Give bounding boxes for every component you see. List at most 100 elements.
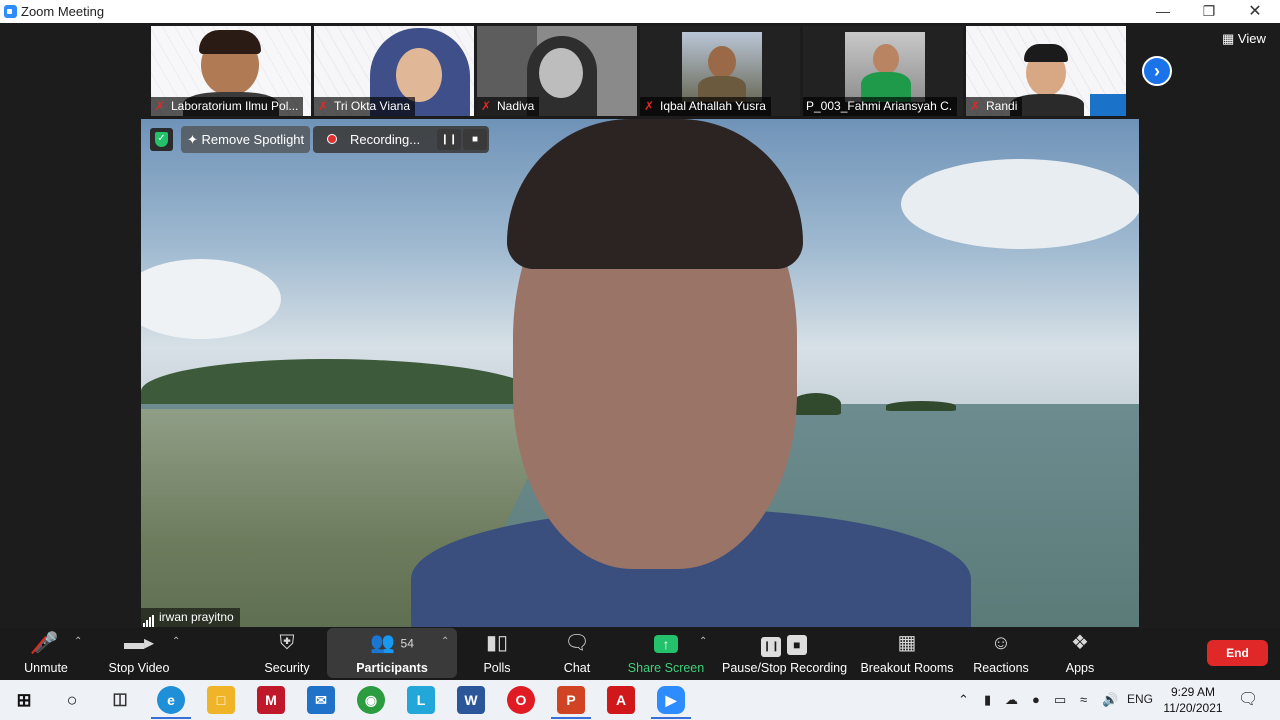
title-bar: Zoom Meeting — ❐ ✕: [0, 0, 1280, 23]
zoom-taskbar-icon[interactable]: ▶: [657, 686, 685, 714]
device-icon[interactable]: ▮: [984, 692, 991, 708]
participant-tile[interactable]: P_003_Fahmi Ariansyah C.: [803, 26, 963, 116]
end-meeting-button[interactable]: End: [1207, 640, 1268, 666]
encryption-badge[interactable]: ✓: [150, 128, 173, 151]
participant-tile[interactable]: ✗ Laboratorium Ilmu Pol...: [151, 26, 311, 116]
share-options-caret[interactable]: ⌃: [699, 636, 707, 647]
battery-icon[interactable]: ▭: [1054, 692, 1066, 708]
chrome-icon[interactable]: ◉: [357, 686, 385, 714]
meeting-toolbar: 🎤 Unmute ⌃ ▬▸ Stop Video ⌃ ⛨ Security 👥 …: [0, 628, 1280, 680]
share-screen-button[interactable]: ↑ Share Screen: [626, 628, 706, 680]
breakout-rooms-icon: ▦: [897, 632, 917, 654]
show-hidden-icons-icon[interactable]: ⌃: [958, 692, 969, 708]
language-indicator[interactable]: ENG: [1127, 692, 1153, 706]
volume-icon[interactable]: 🔊: [1102, 692, 1118, 708]
bar-chart-icon: ▮▯: [485, 632, 508, 654]
mcafee-icon[interactable]: M: [257, 686, 285, 714]
view-button[interactable]: ▦ View: [1222, 31, 1266, 47]
active-app-indicator: [551, 717, 591, 719]
grid-icon: ▦: [1222, 31, 1235, 46]
search-icon[interactable]: ○: [58, 686, 86, 714]
wifi-icon[interactable]: ≈: [1080, 692, 1087, 707]
participants-button[interactable]: 👥 54 Participants: [352, 628, 432, 680]
onedrive-cloud-icon[interactable]: ☁: [1005, 692, 1018, 708]
next-page-button[interactable]: ›: [1142, 56, 1172, 86]
video-camera-icon: ▬▸: [123, 632, 155, 654]
breakout-rooms-button[interactable]: ▦ Breakout Rooms: [860, 628, 954, 680]
meeting-area: ✗ Laboratorium Ilmu Pol... ✗ Tri Okta Vian…: [0, 23, 1280, 628]
restore-button[interactable]: ❐: [1186, 0, 1232, 23]
microphone-icon[interactable]: ●: [1032, 692, 1040, 707]
close-button[interactable]: ✕: [1232, 0, 1278, 23]
task-view-icon[interactable]: ◫: [106, 686, 134, 714]
participant-hair: [1024, 44, 1068, 62]
apps-icon: ❖: [1071, 632, 1089, 654]
participant-face: [396, 48, 442, 102]
participant-name-tag: ✗ Randi: [966, 97, 1023, 116]
participant-tile[interactable]: ✗ Iqbal Athallah Yusra: [640, 26, 800, 116]
participant-tile[interactable]: ✗ Nadiva: [477, 26, 637, 116]
video-options-caret[interactable]: ⌃: [172, 636, 180, 647]
recording-label: Recording...: [350, 132, 421, 147]
remove-spotlight-button[interactable]: ✦ Remove Spotlight: [181, 126, 311, 153]
participant-hair: [199, 30, 261, 54]
pause-stop-recording-button[interactable]: ❙❙ ■ Pause/Stop Recording: [722, 628, 847, 680]
recording-indicator: Recording... ❙❙ ■: [313, 126, 489, 153]
pause-stop-icon: ❙❙ ■: [722, 628, 846, 658]
slide-accent: [1090, 94, 1126, 116]
clock-date: 11/20/2021: [1163, 701, 1223, 715]
island: [791, 393, 841, 415]
file-explorer-icon[interactable]: □: [207, 686, 235, 714]
word-icon[interactable]: W: [457, 686, 485, 714]
pause-recording-button[interactable]: ❙❙: [437, 129, 461, 150]
speaker-name-tag: irwan prayitno: [141, 608, 240, 627]
island: [886, 401, 956, 411]
participant-tile[interactable]: ✗ Tri Okta Viana: [314, 26, 474, 116]
acrobat-icon[interactable]: A: [607, 686, 635, 714]
participant-name-tag: P_003_Fahmi Ariansyah C.: [803, 97, 958, 116]
participant-tile[interactable]: ✗ Randi: [966, 26, 1126, 116]
participant-name-tag: ✗ Nadiva: [477, 97, 540, 116]
muted-mic-icon: ✗: [317, 99, 329, 113]
participant-face: [539, 48, 583, 98]
signal-strength-icon: [143, 608, 155, 627]
edge-icon[interactable]: e: [157, 686, 185, 714]
windows-start-icon[interactable]: ⊞: [10, 686, 38, 714]
powerpoint-icon[interactable]: P: [557, 686, 585, 714]
participant-face: [708, 46, 736, 78]
active-app-indicator: [651, 717, 691, 719]
participants-options-caret[interactable]: ⌃: [441, 636, 449, 647]
audio-options-caret[interactable]: ⌃: [74, 636, 82, 647]
participant-face: [873, 44, 899, 74]
windows-taskbar: ⊞ ○ ◫ e □ M ✉ ◉ L W O P A ▶ ⌃ ▮ ☁ ● ▭ ≈ …: [0, 680, 1280, 720]
polls-button[interactable]: ▮▯ Polls: [472, 628, 522, 680]
stop-recording-button[interactable]: ■: [463, 129, 487, 150]
reactions-button[interactable]: ☺ Reactions: [972, 628, 1030, 680]
active-app-indicator: [151, 717, 191, 719]
stop-video-button[interactable]: ▬▸ Stop Video: [104, 628, 174, 680]
system-clock[interactable]: 9:29 AM 11/20/2021: [1160, 684, 1226, 716]
apps-button[interactable]: ❖ Apps: [1058, 628, 1102, 680]
stop-icon: ■: [471, 134, 479, 145]
notification-icon[interactable]: 🗨: [1238, 689, 1258, 709]
shield-icon: ✓: [155, 132, 168, 147]
cloud: [901, 159, 1139, 249]
security-button[interactable]: ⛨ Security: [257, 628, 317, 680]
chevron-right-icon: ›: [1154, 61, 1160, 81]
window-title: Zoom Meeting: [21, 4, 105, 19]
participant-name-tag: ✗ Iqbal Athallah Yusra: [640, 97, 771, 116]
chat-bubble-icon: 🗨: [564, 632, 590, 654]
pause-icon: ❙❙: [440, 134, 458, 145]
unmute-button[interactable]: 🎤 Unmute: [16, 628, 76, 680]
minimize-button[interactable]: —: [1140, 0, 1186, 23]
mail-icon[interactable]: ✉: [307, 686, 335, 714]
app-l-icon[interactable]: L: [407, 686, 435, 714]
muted-mic-icon: ✗: [643, 99, 655, 113]
opera-icon[interactable]: O: [507, 686, 535, 714]
record-dot-icon: [327, 134, 337, 144]
share-arrow-icon: ↑: [626, 628, 706, 658]
chat-button[interactable]: 🗨 Chat: [552, 628, 602, 680]
emoji-icon: ☺: [990, 632, 1012, 654]
participants-count: 54: [400, 636, 414, 651]
shield-icon: ⛨: [279, 632, 295, 654]
